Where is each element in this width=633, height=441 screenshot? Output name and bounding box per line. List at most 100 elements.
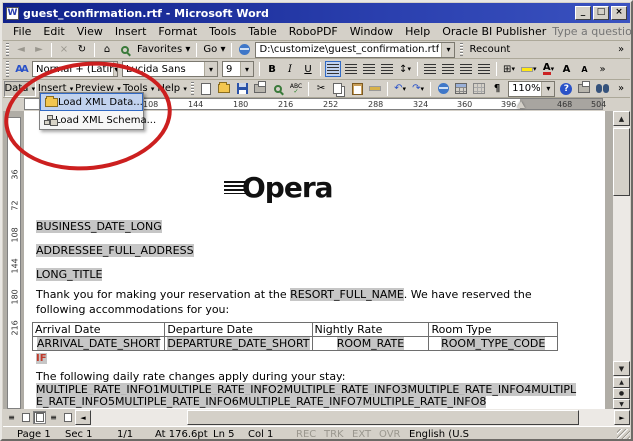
highlight-button[interactable]: ▾ (519, 61, 539, 77)
address-combo[interactable]: ▾ (255, 42, 455, 58)
font-size-combo[interactable]: 9 ▾ (222, 61, 254, 77)
vertical-scroll-thumb[interactable] (613, 128, 630, 196)
scroll-up-icon[interactable]: ▲ (613, 111, 630, 126)
font-size-dropdown-icon[interactable]: ▾ (240, 62, 253, 76)
format-painter-button[interactable] (367, 81, 383, 97)
select-browse-object-icon[interactable]: ● (613, 388, 630, 399)
next-page-icon[interactable]: ▼ (613, 399, 630, 409)
undo-button[interactable]: ↶▾ (392, 81, 408, 97)
toolbar-options-icon[interactable]: » (613, 81, 629, 97)
maximize-button[interactable]: □ (593, 6, 609, 20)
menu-insert[interactable]: Insert (109, 23, 153, 40)
grow-font-button[interactable]: A (559, 61, 575, 77)
menu-file[interactable]: File (7, 23, 37, 40)
increase-indent-button[interactable] (476, 61, 492, 77)
address-dropdown-icon[interactable]: ▾ (441, 43, 454, 57)
new-document-button[interactable] (198, 81, 214, 97)
previous-page-icon[interactable]: ▲ (613, 377, 630, 388)
show-web-toolbar-icon[interactable] (236, 42, 252, 58)
style-dropdown-icon[interactable]: ▾ (113, 62, 118, 76)
menu-item-load-xml-schema[interactable]: Load XML Schema... (40, 111, 143, 129)
bi-menu-data[interactable]: Data ▾ (4, 81, 36, 97)
justify-button[interactable] (379, 61, 395, 77)
stop-icon[interactable]: × (56, 42, 72, 58)
business-date-field[interactable]: BUSINESS_DATE_LONG (36, 220, 162, 233)
spelling-button[interactable]: ABC ✓ (288, 81, 304, 97)
toolbar-grip[interactable] (460, 43, 463, 57)
align-center-button[interactable] (343, 61, 359, 77)
menu-view[interactable]: View (71, 23, 109, 40)
zoom-combo[interactable]: 110% ▾ (508, 81, 555, 97)
outline-view-icon[interactable]: ≡ (47, 411, 60, 424)
address-input[interactable] (259, 44, 439, 55)
print-preview-button[interactable] (270, 81, 286, 97)
minimize-button[interactable]: _ (575, 6, 591, 20)
style-combo[interactable]: Normal + (Latir ▾ (32, 61, 118, 77)
align-left-button[interactable] (325, 61, 341, 77)
horizontal-scroll-thumb[interactable] (187, 410, 579, 425)
paste-button[interactable] (349, 81, 365, 97)
font-combo[interactable]: Lucida Sans ▾ (122, 61, 218, 77)
search-web-icon[interactable] (117, 42, 133, 58)
reservation-table[interactable]: Arrival Date Departure Date Nightly Rate… (32, 322, 558, 351)
status-ext-toggle[interactable]: EXT (352, 429, 371, 440)
bi-menu-help[interactable]: Help ▾ (157, 81, 188, 97)
favorites-button[interactable]: Favorites ▾ (135, 42, 192, 58)
bullets-button[interactable] (440, 61, 456, 77)
menu-robopdf[interactable]: RoboPDF (283, 23, 344, 40)
borders-button[interactable]: ⊞▾ (501, 61, 517, 77)
home-icon[interactable]: ⌂ (99, 42, 115, 58)
horizontal-scrollbar[interactable]: ≡ ≡ ◄ ► (3, 409, 630, 426)
long-title-field[interactable]: LONG_TITLE (36, 268, 102, 281)
scroll-left-icon[interactable]: ◄ (75, 410, 91, 425)
right-indent-marker[interactable] (517, 101, 525, 108)
menu-tools[interactable]: Tools (203, 23, 242, 40)
menu-oracle-bi-publisher[interactable]: Oracle BI Publisher (436, 23, 552, 40)
status-ovr-toggle[interactable]: OVR (379, 429, 400, 440)
decrease-indent-button[interactable] (458, 61, 474, 77)
toolbar-grip[interactable] (6, 43, 9, 57)
save-button[interactable] (234, 81, 250, 97)
toolbar-options-icon[interactable]: » (595, 61, 611, 77)
rates-fields-line2[interactable]: E_RATE_INFO5MULTIPLE_RATE_INFO6MULTIPLE_… (36, 395, 486, 408)
back-icon[interactable]: ◄ (13, 42, 29, 58)
menu-table[interactable]: Table (242, 23, 282, 40)
insert-table-button[interactable] (453, 81, 469, 97)
print-button-2[interactable] (576, 81, 592, 97)
styles-and-formatting-icon[interactable]: AA (13, 61, 29, 77)
line-spacing-button[interactable]: ↕▾ (397, 61, 413, 77)
cut-button[interactable]: ✂ (313, 81, 329, 97)
toolbar-options-icon[interactable]: » (613, 42, 629, 58)
menu-help[interactable]: Help (399, 23, 436, 40)
menu-format[interactable]: Format (152, 23, 203, 40)
find-button[interactable] (594, 81, 611, 97)
close-button[interactable]: × (611, 6, 627, 20)
bold-button[interactable]: B (264, 61, 280, 77)
font-dropdown-icon[interactable]: ▾ (204, 62, 217, 76)
shrink-font-button[interactable]: A (577, 61, 593, 77)
scroll-right-icon[interactable]: ► (614, 410, 630, 425)
toolbar-grip[interactable] (6, 61, 9, 77)
open-button[interactable] (216, 81, 232, 97)
refresh-icon[interactable]: ↻ (74, 42, 90, 58)
normal-view-icon[interactable]: ≡ (5, 411, 18, 424)
intro-paragraph[interactable]: Thank you for making your reservation at… (36, 287, 584, 317)
addressee-field[interactable]: ADDRESSEE_FULL_ADDRESS (36, 244, 194, 257)
resize-grip[interactable] (617, 429, 630, 441)
status-trk-toggle[interactable]: TRK (324, 429, 344, 440)
menu-window[interactable]: Window (344, 23, 399, 40)
underline-button[interactable]: U (300, 61, 316, 77)
reading-layout-icon[interactable] (61, 411, 74, 424)
copy-button[interactable] (331, 81, 347, 97)
italic-button[interactable]: I (282, 61, 298, 77)
vertical-ruler[interactable]: 36 72 108 144 180 216 (7, 117, 21, 409)
help-button[interactable]: ? (558, 81, 574, 97)
show-gridlines-button[interactable] (471, 81, 487, 97)
print-layout-view-icon[interactable] (33, 411, 46, 424)
numbering-button[interactable] (422, 61, 438, 77)
print-button[interactable] (252, 81, 268, 97)
status-rec-toggle[interactable]: REC (296, 429, 316, 440)
if-form-field[interactable]: IF (36, 353, 47, 364)
zoom-dropdown-icon[interactable]: ▾ (541, 82, 554, 96)
menu-item-load-xml-data[interactable]: Load XML Data... (40, 93, 143, 111)
